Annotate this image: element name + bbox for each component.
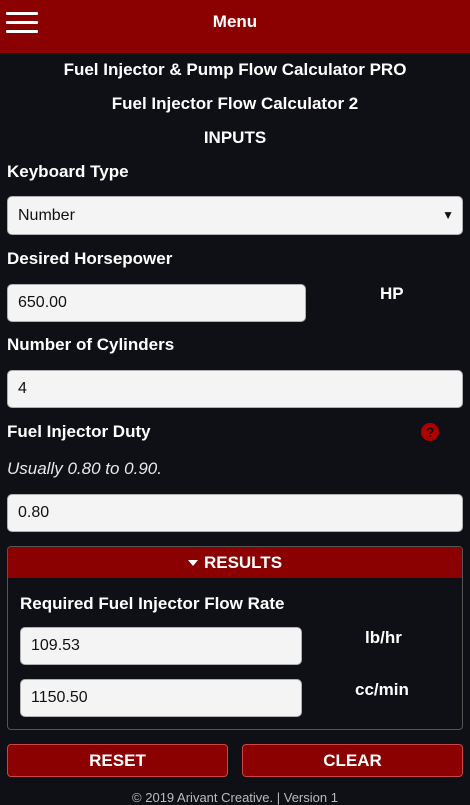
horsepower-label: Desired Horsepower [7,249,173,268]
horsepower-unit: HP [380,284,404,303]
duty-input[interactable]: 0.80 [7,494,463,532]
dropdown-arrow-icon: ▼ [442,208,454,222]
horsepower-value: 650.00 [18,294,67,311]
ccmin-value: 1150.50 [31,689,88,706]
lbhr-output[interactable]: 109.53 [20,627,302,665]
horsepower-input[interactable]: 650.00 [7,284,306,322]
duty-label: Fuel Injector Duty [7,422,151,441]
inputs-heading: INPUTS [203,128,267,147]
keyboard-type-label: Keyboard Type [7,162,129,181]
duty-hint: Usually 0.80 to 0.90. [7,459,162,478]
lbhr-unit: lb/hr [365,628,402,647]
app-title: Fuel Injector & Pump Flow Calculator PRO [63,60,407,79]
keyboard-type-value: Number [18,206,75,224]
caret-down-icon [187,559,198,566]
reset-button[interactable]: RESET [7,744,228,777]
results-heading: RESULTS [203,552,283,572]
ccmin-unit: cc/min [355,680,409,699]
results-toggle[interactable]: RESULTS [8,547,462,578]
top-bar: Menu [0,0,470,53]
cylinders-value: 4 [18,380,27,397]
results-panel: RESULTS Required Fuel Injector Flow Rate… [7,546,463,730]
flow-rate-label: Required Fuel Injector Flow Rate [20,594,285,613]
menu-title[interactable]: Menu [0,12,470,32]
keyboard-type-select[interactable]: Number ▼ [7,196,463,235]
clear-button[interactable]: CLEAR [242,744,463,777]
help-icon[interactable]: ? [421,423,439,441]
footer-text: © 2019 Arivant Creative. | Version 1 [132,790,338,805]
lbhr-value: 109.53 [31,637,80,654]
cylinders-input[interactable]: 4 [7,370,463,408]
duty-value: 0.80 [18,504,50,521]
cylinders-label: Number of Cylinders [7,335,175,354]
ccmin-output[interactable]: 1150.50 [20,679,302,717]
calculator-title: Fuel Injector Flow Calculator 2 [111,94,359,113]
